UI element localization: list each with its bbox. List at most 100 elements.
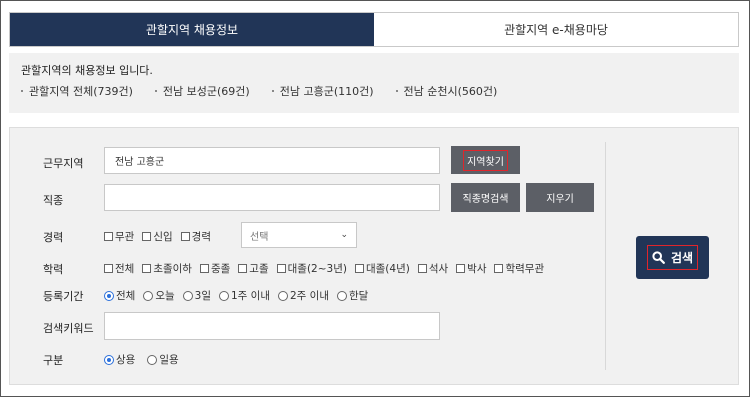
career-label: 경력: [43, 231, 64, 244]
find-region-button[interactable]: 지역찾기: [451, 146, 520, 174]
checkbox[interactable]: [142, 232, 152, 241]
checkbox[interactable]: [276, 264, 286, 273]
career-option-new[interactable]: 신입: [142, 229, 173, 244]
education-option[interactable]: 중졸: [199, 261, 231, 276]
checkbox[interactable]: [456, 264, 466, 273]
checkbox[interactable]: [180, 232, 190, 241]
period-option[interactable]: 한달: [337, 288, 368, 303]
bullet-icon: [21, 90, 23, 92]
career-options: 무관 신입 경력: [104, 229, 219, 244]
education-options: 전체 초졸이하 중졸 고졸 대졸(2~3년) 대졸(4년) 석사 박사 학력무관: [104, 261, 544, 276]
checkbox[interactable]: [238, 264, 248, 273]
radio[interactable]: [143, 290, 154, 301]
tab-bar: 관할지역 채용정보 관할지역 e-채용마당: [9, 12, 739, 47]
option-label: 2주 이내: [290, 290, 329, 302]
keyword-input[interactable]: [104, 312, 440, 340]
checkbox[interactable]: [142, 264, 152, 273]
option-label: 대졸(2~3년): [287, 263, 347, 275]
info-title: 관할지역의 채용정보 입니다.: [21, 64, 153, 77]
option-label: 고졸: [249, 263, 269, 275]
type-option-regular[interactable]: 상용: [104, 352, 135, 367]
period-option[interactable]: 전체: [104, 288, 135, 303]
checkbox[interactable]: [417, 264, 427, 273]
clear-button[interactable]: 지우기: [526, 183, 594, 212]
bullet-icon: [395, 90, 398, 92]
option-label: 일용: [159, 354, 179, 366]
region-links: 관할지역 전체(739건) 전남 보성군(69건) 전남 고흥군(110건) 전…: [21, 83, 519, 99]
radio[interactable]: [182, 290, 193, 301]
option-label: 신입: [153, 231, 173, 243]
find-region-button-label: 지역찾기: [463, 149, 508, 171]
education-label: 학력: [43, 263, 64, 276]
radio-selected[interactable]: [104, 290, 114, 301]
career-select-value: 선택: [250, 231, 269, 243]
career-option-experienced[interactable]: 경력: [180, 229, 211, 244]
checkbox[interactable]: [354, 264, 364, 273]
job-input[interactable]: [104, 184, 440, 211]
region-label: 관할지역 전체(739건): [29, 85, 133, 98]
tab-e-recruit[interactable]: 관할지역 e-채용마당: [374, 13, 738, 46]
period-options: 전체 오늘 3일 1주 이내 2주 이내 한달: [104, 288, 376, 303]
period-option[interactable]: 2주 이내: [278, 288, 329, 303]
search-button[interactable]: 검색: [636, 236, 709, 279]
job-label: 직종: [43, 194, 64, 207]
education-option[interactable]: 고졸: [238, 261, 269, 276]
option-label: 박사: [467, 263, 487, 275]
option-label: 경력: [191, 231, 211, 243]
bullet-icon: [154, 90, 157, 92]
education-option[interactable]: 학력무관: [494, 261, 544, 276]
option-label: 중졸: [210, 263, 231, 275]
region-label: 전남 순천시(560건): [403, 85, 498, 98]
divider: [605, 142, 606, 370]
education-option[interactable]: 전체: [104, 261, 134, 276]
option-label: 석사: [428, 263, 449, 275]
search-form: 근무지역 전남 고흥군 지역찾기 직종 직종명검색 지우기 경력 무관 신입 경…: [9, 127, 739, 385]
career-select[interactable]: 선택 ⌄: [241, 222, 357, 248]
region-link-all[interactable]: 관할지역 전체(739건): [21, 83, 133, 99]
option-label: 무관: [115, 231, 135, 243]
option-label: 초졸이하: [153, 263, 192, 275]
radio[interactable]: [147, 354, 158, 365]
option-label: 한달: [349, 290, 369, 302]
option-label: 상용: [116, 354, 136, 366]
career-option-any[interactable]: 무관: [104, 229, 134, 244]
education-option[interactable]: 석사: [417, 261, 449, 276]
option-label: 1주 이내: [231, 290, 270, 302]
type-label: 구분: [43, 354, 64, 367]
bullet-icon: [271, 90, 274, 92]
location-input[interactable]: 전남 고흥군: [104, 147, 440, 174]
type-option-daily[interactable]: 일용: [147, 352, 179, 367]
checkbox[interactable]: [494, 264, 504, 273]
radio[interactable]: [219, 290, 229, 301]
option-label: 전체: [116, 290, 136, 302]
checkbox[interactable]: [104, 264, 113, 273]
radio[interactable]: [278, 290, 288, 301]
search-button-highlight: 검색: [646, 245, 699, 270]
search-button-label: 검색: [670, 251, 694, 265]
region-label: 전남 보성군(69건): [162, 85, 250, 98]
education-option[interactable]: 대졸(4년): [354, 261, 410, 276]
keyword-label: 검색키워드: [43, 322, 94, 335]
tab-region-jobs[interactable]: 관할지역 채용정보: [10, 13, 374, 46]
radio[interactable]: [337, 290, 347, 301]
period-option[interactable]: 3일: [182, 288, 211, 303]
period-option[interactable]: 오늘: [143, 288, 175, 303]
region-link-goheung[interactable]: 전남 고흥군(110건): [271, 83, 374, 99]
option-label: 3일: [194, 290, 211, 302]
period-label: 등록기간: [43, 290, 84, 303]
region-link-suncheon[interactable]: 전남 순천시(560건): [395, 83, 498, 99]
search-icon: [652, 251, 665, 264]
education-option[interactable]: 대졸(2~3년): [276, 261, 347, 276]
option-label: 대졸(4년): [365, 263, 410, 275]
checkbox[interactable]: [104, 232, 113, 241]
region-label: 전남 고흥군(110건): [279, 85, 374, 98]
type-options: 상용 일용: [104, 352, 187, 367]
education-option[interactable]: 초졸이하: [142, 261, 192, 276]
period-option[interactable]: 1주 이내: [219, 288, 270, 303]
option-label: 전체: [115, 263, 135, 275]
job-search-button[interactable]: 직종명검색: [451, 183, 520, 212]
education-option[interactable]: 박사: [456, 261, 486, 276]
region-link-boseong[interactable]: 전남 보성군(69건): [154, 83, 250, 99]
radio-selected[interactable]: [104, 354, 114, 365]
checkbox[interactable]: [199, 264, 209, 273]
